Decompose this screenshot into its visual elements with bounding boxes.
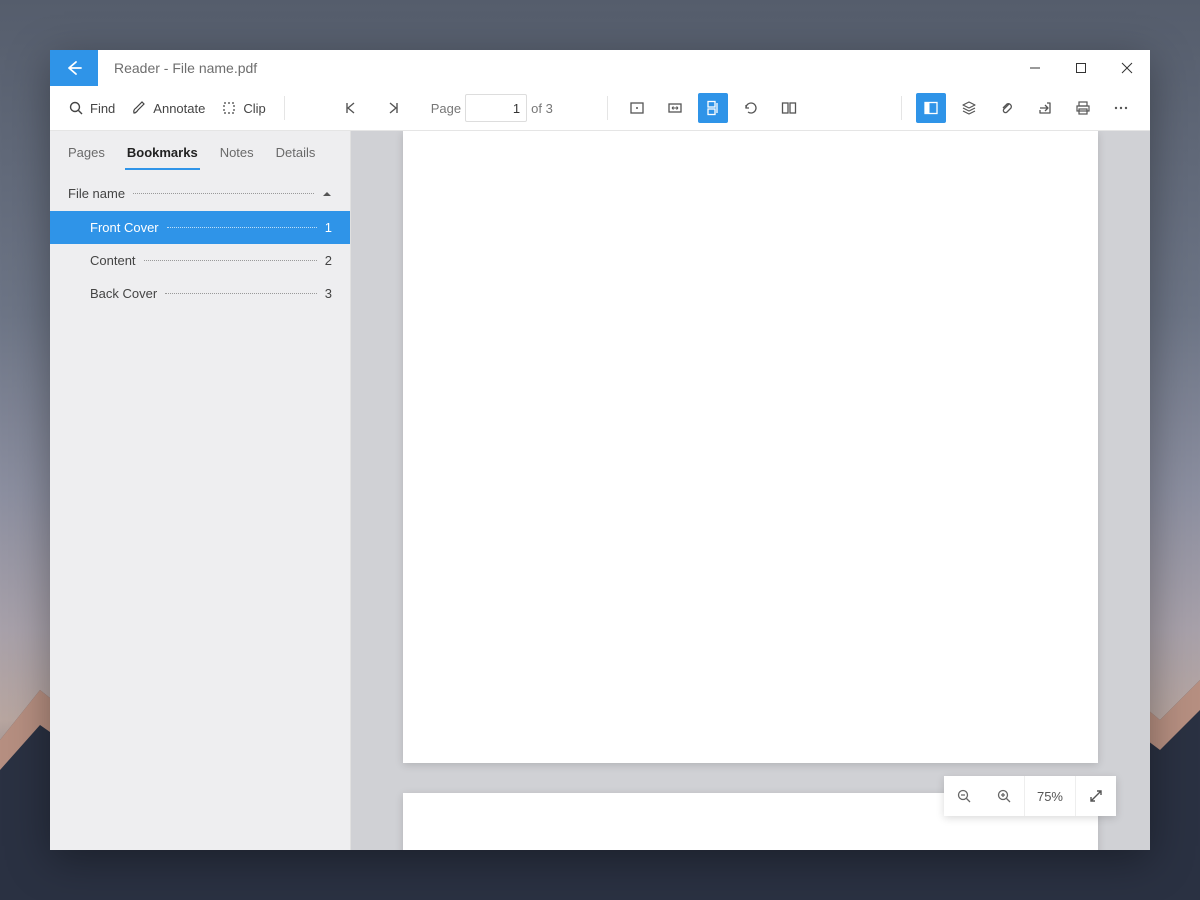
separator [284, 96, 285, 120]
layers-button[interactable] [954, 93, 984, 123]
fit-width-button[interactable] [660, 93, 690, 123]
rotate-button[interactable] [736, 93, 766, 123]
bookmark-root[interactable]: File name [50, 176, 350, 211]
bookmark-item[interactable]: Front Cover 1 [50, 211, 350, 244]
sidebar-toggle-button[interactable] [916, 93, 946, 123]
collapse-icon [322, 189, 332, 199]
share-button[interactable] [1030, 93, 1060, 123]
desktop-background: Reader - File name.pdf Find Annotate Cli… [0, 0, 1200, 900]
bookmark-label: Back Cover [90, 286, 157, 301]
two-page-button[interactable] [774, 93, 804, 123]
sidebar-tabs: Pages Bookmarks Notes Details [50, 131, 350, 170]
bookmark-label: Front Cover [90, 220, 159, 235]
clip-icon [221, 100, 237, 116]
bookmark-root-label: File name [68, 186, 125, 201]
clip-button[interactable]: Clip [213, 93, 273, 123]
print-button[interactable] [1068, 93, 1098, 123]
pen-icon [131, 100, 147, 116]
bookmark-item[interactable]: Back Cover 3 [50, 277, 350, 310]
last-page-button[interactable] [379, 93, 409, 123]
maximize-button[interactable] [1058, 50, 1104, 86]
continuous-view-button[interactable] [698, 93, 728, 123]
page-total: of 3 [531, 101, 553, 116]
close-button[interactable] [1104, 50, 1150, 86]
bookmarks-panel: File name Front Cover 1 Content 2 Back C… [50, 176, 350, 850]
search-icon [68, 100, 84, 116]
back-button[interactable] [50, 50, 98, 86]
separator [607, 96, 608, 120]
zoom-out-button[interactable] [944, 776, 984, 816]
bookmark-label: Content [90, 253, 136, 268]
annotate-button[interactable]: Annotate [123, 93, 213, 123]
tab-details[interactable]: Details [274, 139, 318, 170]
zoom-control: 75% [944, 776, 1116, 816]
fullscreen-button[interactable] [1075, 776, 1116, 816]
app-window: Reader - File name.pdf Find Annotate Cli… [50, 50, 1150, 850]
page-input[interactable] [465, 94, 527, 122]
bookmark-page: 2 [325, 253, 332, 268]
sidebar: Pages Bookmarks Notes Details File name … [50, 131, 351, 850]
tab-pages[interactable]: Pages [66, 139, 107, 170]
fit-page-button[interactable] [622, 93, 652, 123]
minimize-button[interactable] [1012, 50, 1058, 86]
document-viewer[interactable] [351, 131, 1150, 850]
bookmark-page: 1 [325, 220, 332, 235]
zoom-in-button[interactable] [984, 776, 1024, 816]
app-body: Pages Bookmarks Notes Details File name … [50, 131, 1150, 850]
separator [901, 96, 902, 120]
toolbar: Find Annotate Clip Page of 3 [50, 86, 1150, 131]
find-button[interactable]: Find [60, 93, 123, 123]
more-button[interactable] [1106, 93, 1136, 123]
window-title: Reader - File name.pdf [114, 60, 257, 76]
bookmark-page: 3 [325, 286, 332, 301]
page-canvas [403, 131, 1098, 763]
clip-label: Clip [243, 101, 265, 116]
titlebar: Reader - File name.pdf [50, 50, 1150, 86]
first-page-button[interactable] [335, 93, 365, 123]
zoom-level[interactable]: 75% [1024, 776, 1075, 816]
attachment-button[interactable] [992, 93, 1022, 123]
annotate-label: Annotate [153, 101, 205, 116]
page-label: Page [431, 101, 461, 116]
tab-bookmarks[interactable]: Bookmarks [125, 139, 200, 170]
bookmark-item[interactable]: Content 2 [50, 244, 350, 277]
tab-notes[interactable]: Notes [218, 139, 256, 170]
find-label: Find [90, 101, 115, 116]
